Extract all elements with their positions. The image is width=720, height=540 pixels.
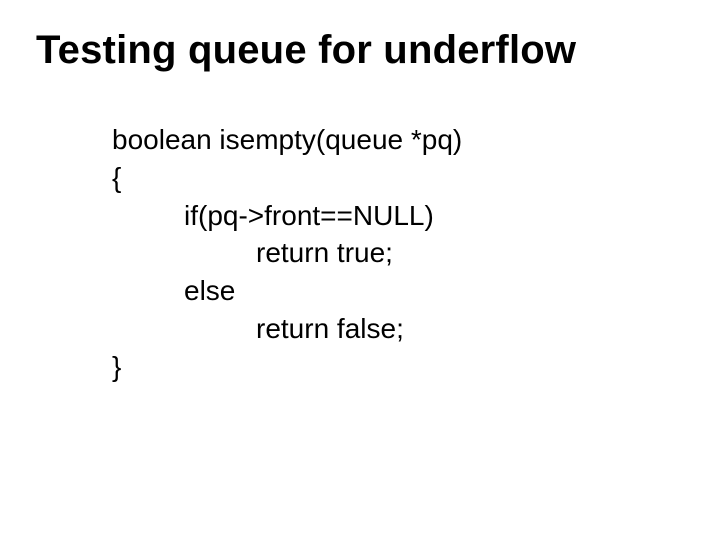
code-line-else: else: [112, 272, 684, 310]
code-line-if: if(pq->front==NULL): [112, 197, 684, 235]
code-line-close-brace: }: [112, 348, 684, 386]
code-line-return-false: return false;: [112, 310, 684, 348]
slide: Testing queue for underflow boolean isem…: [0, 0, 720, 540]
slide-title: Testing queue for underflow: [36, 28, 684, 73]
code-line-open-brace: {: [112, 159, 684, 197]
code-block: boolean isempty(queue *pq) { if(pq->fron…: [112, 121, 684, 386]
code-line-return-true: return true;: [112, 234, 684, 272]
code-line-signature: boolean isempty(queue *pq): [112, 121, 684, 159]
